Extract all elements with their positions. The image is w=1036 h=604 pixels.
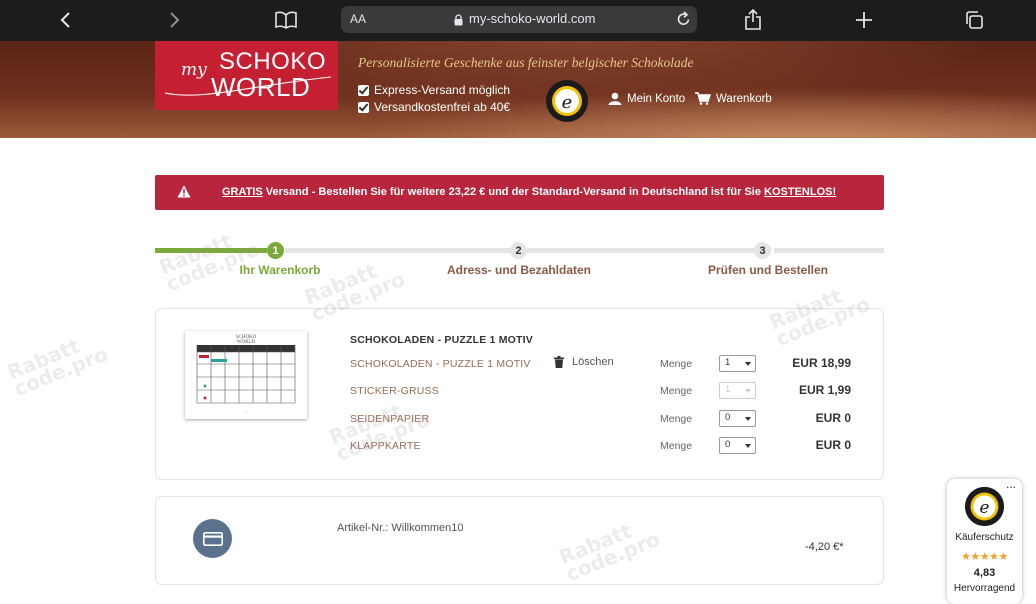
header-tagline: Personalisierte Geschenke aus feinster b…: [358, 55, 694, 70]
chevron-down-icon: [745, 417, 751, 421]
rating-word: Hervorragend: [953, 583, 1016, 594]
chevron-down-icon: [745, 389, 751, 393]
browser-toolbar: AA my-schoko-world.com: [0, 0, 1036, 41]
step-2-number[interactable]: 2: [510, 242, 527, 259]
puzzle-calendar-image-icon: SCHOKO WORLD ~: [196, 335, 296, 414]
check-express-text: Express-Versand möglich: [374, 83, 511, 97]
my-account-link[interactable]: Mein Konto: [608, 92, 685, 105]
reader-aa-button[interactable]: AA: [350, 12, 366, 26]
qty-value: 0: [725, 412, 731, 423]
forward-arrow-icon[interactable]: [162, 8, 188, 32]
shop-logo[interactable]: my SCHOKO WORLD: [155, 41, 338, 110]
trusted-shops-seal-icon[interactable]: e: [545, 79, 589, 123]
step-3-number[interactable]: 3: [754, 242, 771, 259]
qty-label: Menge: [660, 358, 693, 370]
buyer-protection-label: Käuferschutz: [955, 532, 1014, 543]
banner-text: GRATIS Versand - Bestellen Sie für weite…: [222, 186, 836, 198]
qty-label: Menge: [660, 440, 693, 452]
svg-text:WORLD: WORLD: [237, 340, 256, 345]
row-price: EUR 0: [815, 438, 851, 452]
checkmark-icon: [358, 84, 369, 96]
check-free-shipping: Versandkostenfrei ab 40€: [358, 100, 510, 114]
bookmarks-book-icon[interactable]: [273, 8, 299, 32]
progress-bar-segment: [774, 248, 884, 253]
cart-row-label: SCHOKOLADEN - PUZZLE 1 MOTIV: [350, 358, 531, 370]
logo-line2: WORLD: [211, 72, 311, 102]
qty-select[interactable]: 0: [719, 410, 756, 427]
rating-value: 4,83: [973, 567, 996, 579]
cart-link[interactable]: Warenkorb: [695, 92, 772, 105]
progress-bar-segment: [527, 248, 754, 253]
lock-icon: [454, 13, 463, 31]
article-number: Artikel-Nr.: Willkommen10: [337, 522, 464, 534]
qty-select[interactable]: 0: [719, 437, 756, 454]
cart-row-label: KLAPPKARTE: [350, 440, 421, 452]
product-title: SCHOKOLADEN - PUZZLE 1 MOTIV: [350, 334, 533, 346]
qty-select[interactable]: 1: [719, 355, 756, 372]
delete-button[interactable]: Löschen: [554, 356, 614, 368]
product-thumbnail[interactable]: SCHOKO WORLD ~: [185, 331, 307, 419]
trusted-shops-seal-icon: e: [964, 486, 1005, 527]
share-icon[interactable]: [740, 8, 766, 32]
watermark-logo: Rabattcode.pro: [155, 228, 264, 297]
progress-bar-completed: [155, 248, 267, 253]
progress-bar-segment: [285, 248, 512, 253]
trash-icon: [554, 356, 564, 368]
qty-label: Menge: [660, 413, 693, 425]
step-2-label[interactable]: Adress- und Bezahldaten: [447, 263, 591, 277]
new-tab-plus-icon[interactable]: [851, 8, 877, 32]
qty-value: 1: [725, 384, 731, 395]
qty-label: Menge: [660, 385, 693, 397]
banner-middle-text: Versand - Bestellen Sie für weitere 23,2…: [262, 186, 765, 198]
row-price: EUR 0: [815, 411, 851, 425]
trusted-shops-widget[interactable]: ... e Käuferschutz ★★★★★ 4,83 Hervorrage…: [947, 477, 1022, 604]
site-header: my SCHOKO WORLD Personalisierte Geschenk…: [0, 41, 1036, 138]
qty-value: 1: [725, 357, 731, 368]
svg-text:e: e: [980, 497, 990, 517]
back-arrow-icon[interactable]: [52, 8, 78, 32]
tabs-overview-icon[interactable]: [961, 8, 987, 32]
chevron-down-icon: [745, 362, 751, 366]
free-shipping-banner: GRATIS Versand - Bestellen Sie für weite…: [155, 175, 884, 210]
cart-label: Warenkorb: [716, 92, 772, 105]
step-1-number[interactable]: 1: [267, 242, 284, 259]
svg-text:e: e: [562, 92, 573, 113]
warning-triangle-icon: [177, 185, 191, 201]
qty-select-disabled: 1: [719, 382, 756, 399]
user-icon: [608, 92, 622, 105]
check-express: Express-Versand möglich: [358, 83, 510, 97]
shopping-cart-icon: [695, 92, 711, 105]
row-price: EUR 1,99: [798, 383, 851, 397]
qty-value: 0: [725, 439, 731, 450]
widget-menu-dots[interactable]: ...: [1006, 477, 1016, 491]
logo-my-text: my: [181, 60, 207, 80]
delete-label: Löschen: [572, 356, 614, 368]
banner-kostenlos-link[interactable]: KOSTENLOS!: [764, 186, 836, 198]
url-text: my-schoko-world.com: [469, 11, 596, 26]
address-bar[interactable]: AA my-schoko-world.com: [341, 6, 697, 33]
step-3-label[interactable]: Prüfen und Bestellen: [708, 263, 828, 277]
watermark-logo: Rabattcode.pro: [3, 333, 112, 402]
coupon-discount: -4,20 €*: [805, 541, 844, 553]
check-free-shipping-text: Versandkostenfrei ab 40€: [374, 100, 511, 114]
my-account-label: Mein Konto: [627, 92, 686, 105]
cart-row-label: STICKER-GRUSS: [350, 385, 439, 397]
chevron-down-icon: [745, 444, 751, 448]
reload-icon[interactable]: [676, 11, 691, 32]
voucher-card-icon: [193, 519, 232, 558]
cart-row-label: SEIDENPAPIER: [350, 413, 430, 425]
svg-text:~: ~: [245, 409, 248, 414]
coupon-card: [155, 496, 884, 585]
banner-gratis-link[interactable]: GRATIS: [222, 186, 263, 198]
row-price: EUR 18,99: [792, 356, 851, 370]
rating-stars-icon: ★★★★★: [961, 551, 1008, 563]
checkmark-icon: [358, 101, 369, 113]
step-1-label[interactable]: Ihr Warenkorb: [240, 263, 321, 277]
